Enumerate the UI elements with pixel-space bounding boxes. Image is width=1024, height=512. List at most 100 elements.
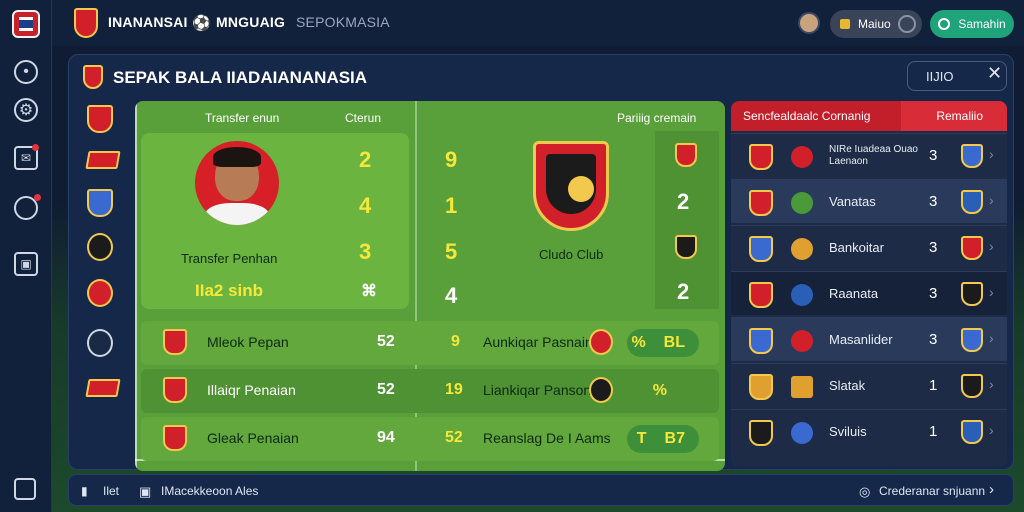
chevron-right-icon[interactable]: › <box>989 330 994 346</box>
target-icon[interactable]: • <box>14 60 38 84</box>
chevron-right-icon[interactable]: › <box>989 284 994 300</box>
chevron-right-icon[interactable]: › <box>989 481 994 498</box>
command-icon: ⌘ <box>361 283 377 300</box>
image-icon[interactable]: ▣ <box>14 252 38 276</box>
club-name: Bankoitar <box>829 240 884 255</box>
bottom-label[interactable]: IMacekkeoon Ales <box>161 484 258 498</box>
row-mid: 19 <box>445 381 463 398</box>
nav-item-1[interactable]: INANANSAI <box>108 14 188 30</box>
row-value: 52 <box>377 381 395 398</box>
club-crest-icon <box>961 374 983 398</box>
user-pill[interactable]: Maiuo <box>830 10 922 38</box>
chevron-right-icon[interactable]: › <box>989 422 994 438</box>
bottom-bar: ▮ Ilet ▣ IMacekkeoon Ales ◎ Crederanar s… <box>68 474 1014 506</box>
link-icon: ◎ <box>859 484 871 499</box>
column-header: Remaliio <box>936 109 983 123</box>
pitch-line <box>135 101 137 471</box>
bottom-link[interactable]: Crederanar snjuann <box>879 484 985 498</box>
points: 3 <box>929 331 938 348</box>
standings-table: Sencfealdaalc Cornanig Remaliio NIRe Iua… <box>731 101 1007 467</box>
club-crest-icon <box>589 377 613 403</box>
club-crest-icon <box>749 236 773 262</box>
points: 3 <box>929 147 938 164</box>
club-crest-icon[interactable] <box>87 279 113 307</box>
settings-square-icon[interactable] <box>14 478 36 500</box>
close-icon[interactable]: ✕ <box>987 63 1002 84</box>
club-name: Vanatas <box>829 194 876 209</box>
player-name: Gleak Penaian <box>207 430 299 446</box>
flag-icon[interactable] <box>12 10 40 38</box>
table-row[interactable]: Vanatas 3 › <box>731 179 1007 223</box>
table-row[interactable]: NIRe Iuadeaa Ouao Laenaon 3 › <box>731 133 1007 177</box>
chevron-right-icon[interactable]: › <box>989 238 994 254</box>
subheader-count: Cterun <box>345 111 382 125</box>
club-crest-icon[interactable] <box>85 151 121 169</box>
gear-icon[interactable]: ⚙ <box>14 98 38 122</box>
club-name: Raanata <box>829 286 879 301</box>
club-crest-icon <box>791 330 813 352</box>
bottom-label[interactable]: Ilet <box>103 484 119 498</box>
action-button[interactable]: Samahin <box>930 10 1014 38</box>
table-row[interactable]: Slatak 1 › <box>731 363 1007 407</box>
table-row[interactable]: Bankoitar 3 › <box>731 225 1007 269</box>
chevron-right-icon[interactable]: › <box>989 376 994 392</box>
club-crest-icon <box>675 143 697 167</box>
stat-number: 2 <box>359 147 372 172</box>
club-crest-icon <box>749 374 773 400</box>
chevron-right-icon[interactable]: › <box>989 146 994 162</box>
player-card[interactable]: Transfer Penhan IIa2 sinb 2 4 3 ⌘ <box>141 133 409 309</box>
club-name: Sviluis <box>829 424 867 439</box>
club-crest-icon <box>749 190 773 216</box>
left-rail: • ⚙ ✉ ▣ <box>0 0 52 512</box>
points: 1 <box>929 377 938 394</box>
club-crest-icon <box>961 144 983 168</box>
player-name: Transfer Penhan <box>181 251 278 266</box>
club-crest-icon <box>163 377 187 403</box>
row-mid: 52 <box>445 429 463 446</box>
avatar[interactable] <box>798 12 820 34</box>
table-row[interactable]: Masanlider 3 › <box>731 317 1007 361</box>
notification-dot <box>34 194 41 201</box>
club-crest-icon[interactable] <box>85 379 121 397</box>
table-row[interactable]: Gleak Penaian 94 52 Reanslag De I Aams T… <box>141 417 719 461</box>
player-name: Mleok Pepan <box>207 334 289 350</box>
table-row[interactable]: Sviluis 1 › <box>731 409 1007 453</box>
opponent-name: Aunkiqar Pasnain <box>483 334 593 350</box>
club-crest-icon <box>791 192 813 214</box>
club-crest-icon <box>749 420 773 446</box>
subheader-remaining: Pariiig cremain <box>617 111 697 125</box>
bottom-icon: ▮ <box>81 484 88 498</box>
stat-number: 2 <box>677 189 690 214</box>
chevron-right-icon[interactable]: › <box>989 192 994 208</box>
nav-item-2[interactable]: MNGUAIG <box>216 14 285 30</box>
club-crest-icon[interactable] <box>87 233 113 261</box>
club-name: NIRe Iuadeaa Ouao Laenaon <box>829 144 918 167</box>
toggle-icon[interactable] <box>898 15 916 33</box>
club-logo-icon <box>74 8 98 38</box>
club-name: Masanlider <box>829 332 893 347</box>
club-crest-icon <box>675 235 697 259</box>
nav-item-3[interactable]: SEPOKMASIA <box>296 14 390 30</box>
club-crest-icon[interactable] <box>87 105 113 133</box>
club-crest-icon <box>163 329 187 355</box>
club-crest-icon <box>961 190 983 214</box>
opponent-name: Reanslag De I Aams <box>483 430 611 446</box>
club-crest-icon[interactable] <box>87 189 113 217</box>
stat-number: 2 <box>677 279 690 304</box>
row-tag: % <box>627 377 699 405</box>
row-value: 52 <box>377 333 395 350</box>
stat-number: 4 <box>359 193 372 218</box>
club-crest-icon <box>791 238 813 260</box>
page-title: SEPAK BALA IIADAIANANASIA <box>113 68 368 87</box>
club-crest-icon <box>791 376 813 398</box>
stat-number: 5 <box>445 239 458 264</box>
opponent-name: Liankiqar Panson <box>483 382 592 398</box>
club-crest-icon <box>791 422 813 444</box>
stat-number: 9 <box>445 147 458 172</box>
table-row[interactable]: Raanata 3 › <box>731 271 1007 315</box>
club-crest-icon[interactable] <box>87 329 113 357</box>
table-row[interactable]: Illaiqr Penaian 52 19 Liankiqar Panson % <box>141 369 719 413</box>
pitch-line <box>415 101 417 471</box>
search-value: IIJIO <box>926 68 954 84</box>
table-row[interactable]: Mleok Pepan 52 9 Aunkiqar Pasnain % BL <box>141 321 719 365</box>
